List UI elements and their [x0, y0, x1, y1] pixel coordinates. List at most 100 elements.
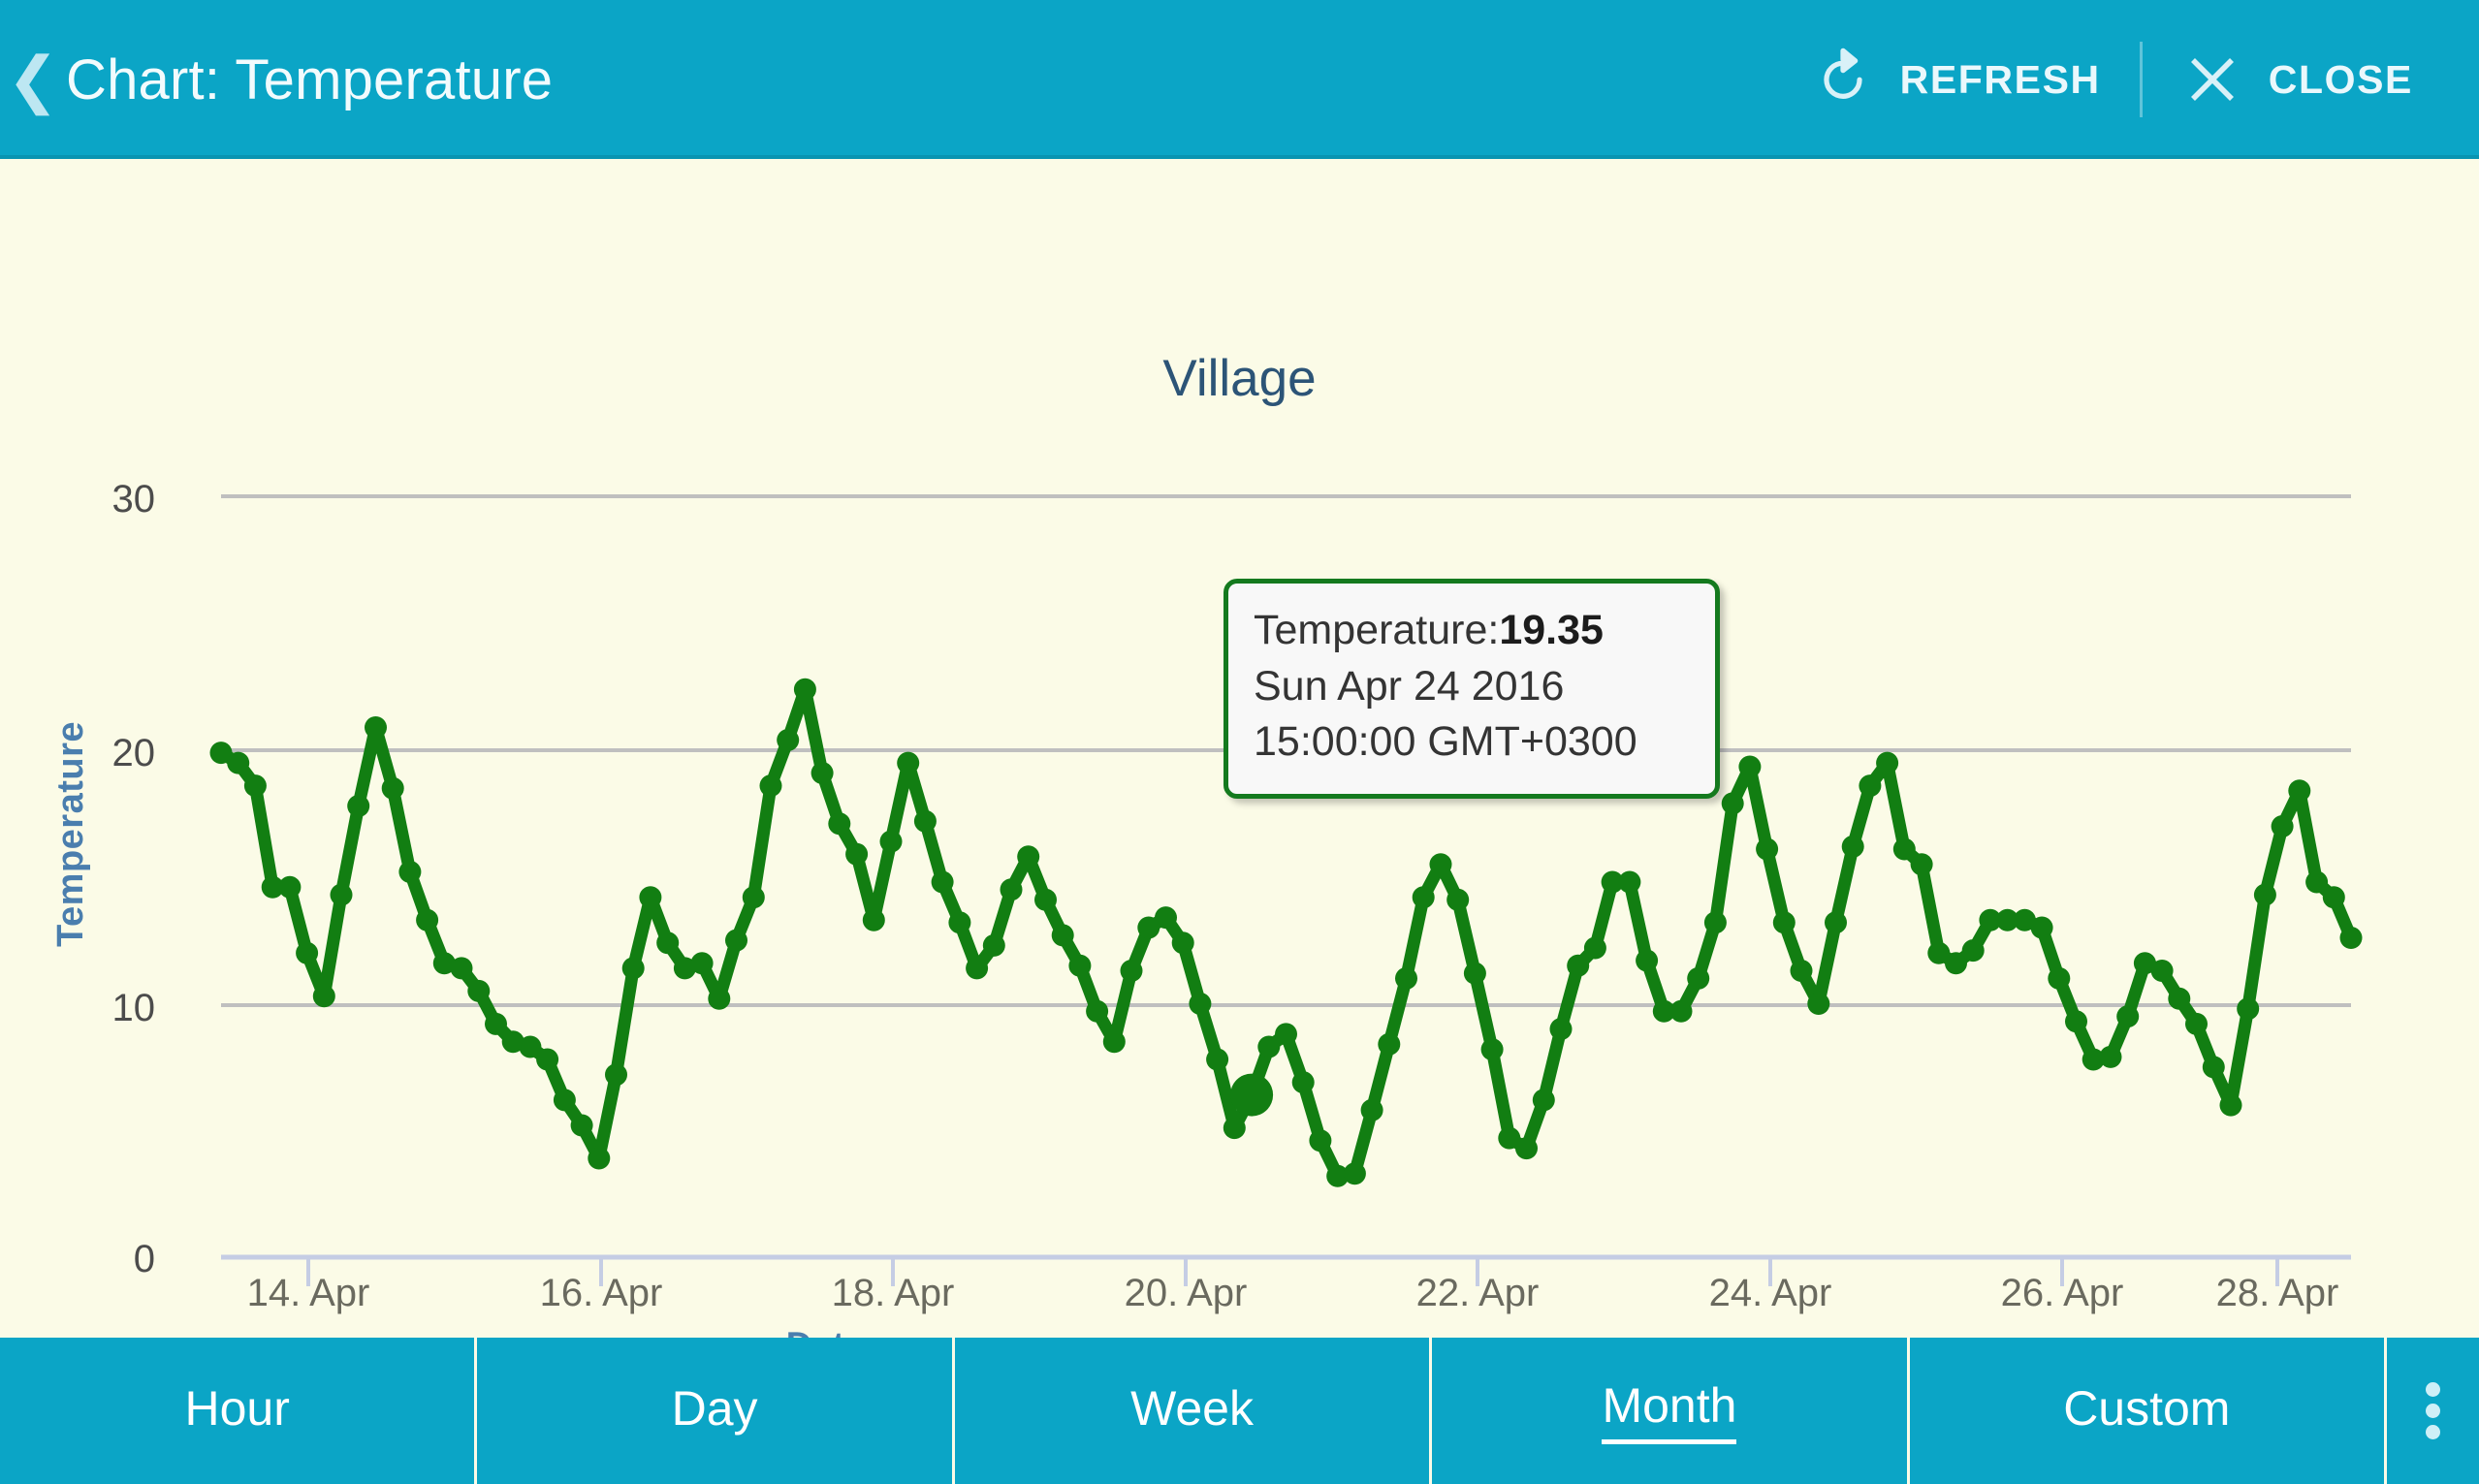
data-point[interactable] — [948, 911, 971, 934]
data-point[interactable] — [1189, 993, 1212, 1015]
data-point[interactable] — [690, 952, 714, 975]
data-point[interactable] — [2150, 960, 2174, 982]
data-point[interactable] — [1309, 1129, 1332, 1152]
data-point[interactable] — [227, 751, 250, 774]
data-point[interactable] — [1687, 966, 1710, 990]
data-point[interactable] — [1155, 906, 1177, 930]
data-point[interactable] — [1859, 774, 1882, 798]
data-point[interactable] — [1532, 1089, 1555, 1112]
data-point[interactable] — [1756, 837, 1779, 861]
data-point[interactable] — [2202, 1056, 2225, 1079]
data-point[interactable] — [1360, 1098, 1383, 1121]
data-point[interactable] — [1446, 888, 1470, 911]
data-point[interactable] — [296, 941, 319, 964]
data-point[interactable] — [347, 795, 370, 817]
data-point[interactable] — [1876, 751, 1899, 774]
data-point[interactable] — [1000, 878, 1023, 901]
data-point[interactable] — [2219, 1093, 2242, 1117]
data-point[interactable] — [2048, 966, 2071, 990]
data-point[interactable] — [1120, 960, 1143, 982]
data-point[interactable] — [1807, 993, 1830, 1015]
data-point[interactable] — [485, 1012, 507, 1035]
data-point-highlighted[interactable] — [1230, 1073, 1274, 1117]
tab-month[interactable]: Month — [1432, 1338, 1910, 1484]
data-point[interactable] — [742, 886, 765, 909]
data-point[interactable] — [897, 751, 920, 774]
data-point[interactable] — [708, 987, 731, 1010]
data-point[interactable] — [810, 762, 834, 784]
data-point[interactable] — [1291, 1071, 1315, 1094]
tab-custom[interactable]: Custom — [1910, 1338, 2388, 1484]
data-point[interactable] — [1549, 1018, 1573, 1041]
data-point[interactable] — [570, 1114, 593, 1137]
data-point[interactable] — [1275, 1023, 1297, 1046]
data-point[interactable] — [2099, 1045, 2122, 1068]
data-point[interactable] — [777, 729, 800, 751]
data-point[interactable] — [243, 774, 267, 798]
tab-hour[interactable]: Hour — [0, 1338, 478, 1484]
data-point[interactable] — [1515, 1137, 1538, 1160]
data-point[interactable] — [1068, 954, 1092, 977]
data-point[interactable] — [2185, 1012, 2208, 1035]
chevron-left-icon[interactable]: ❮ — [7, 46, 59, 113]
kebab-menu-icon[interactable] — [2387, 1338, 2479, 1484]
data-point[interactable] — [1636, 949, 1659, 972]
data-point[interactable] — [536, 1048, 559, 1071]
data-point[interactable] — [1223, 1117, 1246, 1140]
data-point[interactable] — [913, 809, 937, 833]
data-point[interactable] — [1618, 870, 1641, 894]
data-point[interactable] — [2322, 886, 2345, 909]
data-point[interactable] — [1412, 886, 1435, 909]
data-point[interactable] — [278, 875, 302, 899]
data-point[interactable] — [656, 931, 680, 955]
tab-week[interactable]: Week — [955, 1338, 1433, 1484]
data-point[interactable] — [1825, 911, 1847, 934]
data-point[interactable] — [1171, 931, 1194, 955]
data-point[interactable] — [1961, 939, 1985, 963]
data-point[interactable] — [2065, 1010, 2087, 1033]
data-point[interactable] — [1086, 999, 1109, 1023]
data-point[interactable] — [381, 776, 404, 800]
data-point[interactable] — [1463, 962, 1486, 985]
data-point[interactable] — [2253, 883, 2276, 906]
data-point[interactable] — [931, 870, 954, 894]
data-point[interactable] — [605, 1063, 627, 1087]
data-point[interactable] — [793, 678, 816, 701]
data-point[interactable] — [1480, 1038, 1504, 1061]
data-point[interactable] — [1669, 999, 1693, 1023]
data-point[interactable] — [2271, 815, 2294, 837]
data-point[interactable] — [2116, 1005, 2140, 1028]
data-point[interactable] — [1772, 911, 1796, 934]
data-point[interactable] — [1395, 966, 1417, 990]
data-point[interactable] — [1703, 911, 1727, 934]
data-point[interactable] — [2168, 987, 2191, 1010]
data-point[interactable] — [2288, 779, 2311, 803]
data-point[interactable] — [1017, 845, 1040, 868]
data-point[interactable] — [1429, 853, 1452, 876]
data-point[interactable] — [330, 883, 353, 906]
data-point[interactable] — [1343, 1162, 1366, 1185]
data-point[interactable] — [553, 1089, 576, 1112]
refresh-button[interactable]: REFRESH — [1778, 47, 2134, 111]
data-point[interactable] — [450, 957, 473, 980]
data-point[interactable] — [725, 929, 747, 952]
close-button[interactable]: CLOSE — [2148, 48, 2446, 111]
data-point[interactable] — [1721, 792, 1744, 815]
data-point[interactable] — [312, 985, 335, 1008]
data-point[interactable] — [1583, 936, 1606, 960]
data-point[interactable] — [639, 886, 662, 909]
data-point[interactable] — [1910, 853, 1933, 876]
data-point[interactable] — [621, 957, 645, 980]
data-point[interactable] — [1206, 1048, 1229, 1071]
data-point[interactable] — [2030, 916, 2053, 939]
data-point[interactable] — [467, 979, 491, 1002]
data-point[interactable] — [1892, 837, 1916, 861]
data-point[interactable] — [1102, 1030, 1126, 1054]
data-point[interactable] — [1738, 755, 1762, 778]
data-point[interactable] — [982, 933, 1005, 957]
data-point[interactable] — [2305, 870, 2329, 894]
data-point[interactable] — [828, 812, 851, 836]
data-point[interactable] — [1034, 888, 1057, 911]
data-point[interactable] — [879, 830, 903, 853]
data-point[interactable] — [1567, 954, 1590, 977]
